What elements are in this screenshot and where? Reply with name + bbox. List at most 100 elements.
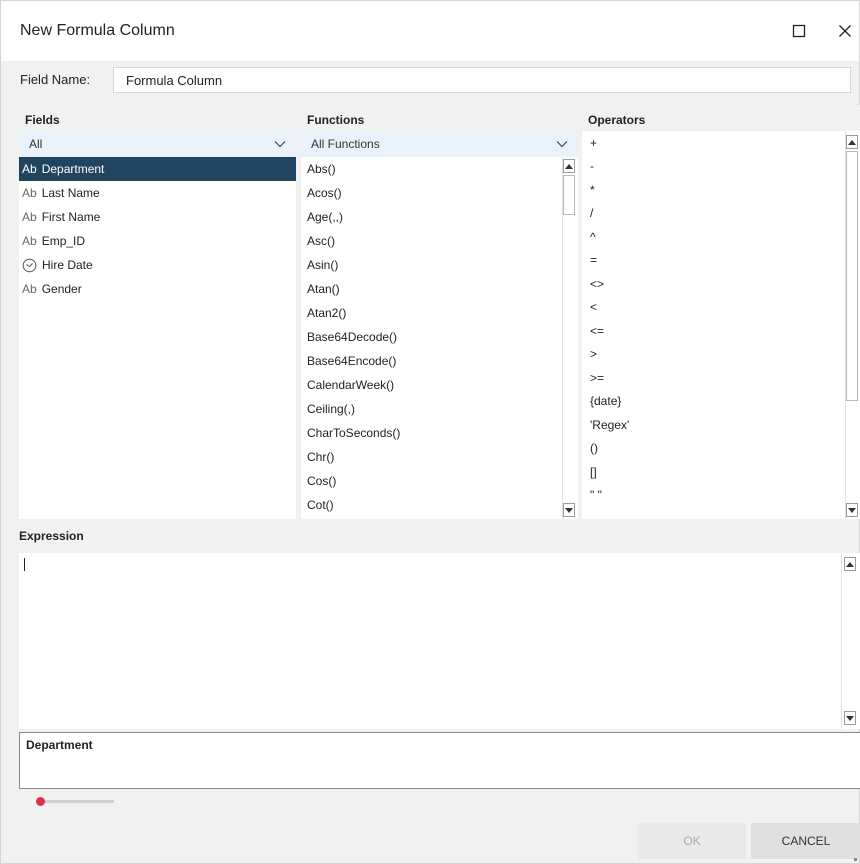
field-item-label: Hire Date bbox=[42, 258, 93, 272]
fields-panel-body: All Ab Department Ab Last Name Ab First … bbox=[19, 131, 296, 519]
functions-filter-dropdown[interactable]: All Functions bbox=[301, 131, 578, 157]
operator-item[interactable]: - bbox=[582, 155, 845, 179]
slider-thumb[interactable] bbox=[36, 797, 45, 806]
field-item-emp-id[interactable]: Ab Emp_ID bbox=[19, 229, 296, 253]
text-type-icon: Ab bbox=[22, 210, 37, 224]
text-type-icon: Ab bbox=[22, 282, 37, 296]
fields-panel: Fields All Ab Department Ab Last Name Ab… bbox=[19, 105, 296, 519]
operator-item[interactable]: () bbox=[582, 437, 845, 461]
text-type-icon: Ab bbox=[22, 162, 37, 176]
maximize-icon bbox=[792, 24, 806, 38]
operator-item[interactable]: <> bbox=[582, 272, 845, 296]
operator-item[interactable]: {date} bbox=[582, 390, 845, 414]
expression-editor bbox=[19, 553, 860, 729]
operators-scrollbar[interactable] bbox=[845, 131, 859, 519]
fields-list: Ab Department Ab Last Name Ab First Name… bbox=[19, 157, 296, 301]
arrow-down-icon bbox=[565, 507, 573, 513]
scroll-down-button[interactable] bbox=[844, 711, 856, 725]
scroll-up-button[interactable] bbox=[846, 135, 858, 149]
scrollbar-thumb[interactable] bbox=[846, 151, 858, 401]
function-item[interactable]: Base64Decode() bbox=[301, 325, 562, 349]
function-item[interactable]: Base64Encode() bbox=[301, 349, 562, 373]
function-item[interactable]: Ceiling(,) bbox=[301, 397, 562, 421]
function-item[interactable]: Abs() bbox=[301, 157, 562, 181]
maximize-button[interactable] bbox=[787, 19, 811, 43]
resize-grip[interactable] bbox=[854, 858, 857, 861]
function-item[interactable]: Asc() bbox=[301, 229, 562, 253]
field-item-first-name[interactable]: Ab First Name bbox=[19, 205, 296, 229]
scroll-up-button[interactable] bbox=[844, 557, 856, 571]
function-item[interactable]: CharToSeconds() bbox=[301, 421, 562, 445]
close-icon bbox=[839, 25, 851, 37]
functions-panel: Functions All Functions Abs() Acos() Age… bbox=[301, 105, 578, 519]
operators-panel: Operators + - * / ^ = <> < <= > >= {date… bbox=[582, 105, 860, 519]
operators-panel-body: + - * / ^ = <> < <= > >= {date} 'Regex' … bbox=[582, 131, 860, 519]
operator-item[interactable]: > bbox=[582, 343, 845, 367]
field-item-hire-date[interactable]: Hire Date bbox=[19, 253, 296, 277]
field-item-label: Last Name bbox=[41, 186, 100, 200]
function-item[interactable]: Atan2() bbox=[301, 301, 562, 325]
operator-item[interactable]: < bbox=[582, 296, 845, 320]
field-item-last-name[interactable]: Ab Last Name bbox=[19, 181, 296, 205]
function-item[interactable]: Chr() bbox=[301, 445, 562, 469]
operator-item[interactable]: " " bbox=[582, 484, 845, 508]
function-item[interactable]: Atan() bbox=[301, 277, 562, 301]
function-item[interactable]: Asin() bbox=[301, 253, 562, 277]
function-item[interactable]: Age(,,) bbox=[301, 205, 562, 229]
fields-header: Fields bbox=[25, 113, 60, 127]
arrow-down-icon bbox=[846, 715, 854, 721]
operator-item[interactable]: 'Regex' bbox=[582, 413, 845, 437]
expression-input[interactable] bbox=[19, 553, 841, 729]
operator-item[interactable]: <= bbox=[582, 319, 845, 343]
chevron-down-icon bbox=[556, 141, 568, 148]
operator-item[interactable]: >= bbox=[582, 366, 845, 390]
field-item-label: First Name bbox=[41, 210, 101, 224]
scroll-up-button[interactable] bbox=[563, 159, 575, 173]
title-bar: New Formula Column bbox=[1, 1, 859, 61]
arrow-up-icon bbox=[565, 163, 573, 169]
ok-button[interactable]: OK bbox=[638, 823, 746, 859]
operator-item[interactable]: + bbox=[582, 131, 845, 155]
arrow-up-icon bbox=[848, 139, 856, 145]
operator-item[interactable]: [] bbox=[582, 460, 845, 484]
scroll-down-button[interactable] bbox=[563, 503, 575, 517]
field-name-label: Field Name: bbox=[20, 72, 91, 87]
close-button[interactable] bbox=[833, 19, 857, 43]
scroll-down-button[interactable] bbox=[846, 503, 858, 517]
functions-scrollbar[interactable] bbox=[562, 157, 576, 519]
operators-list: + - * / ^ = <> < <= > >= {date} 'Regex' … bbox=[582, 131, 845, 507]
field-item-gender[interactable]: Ab Gender bbox=[19, 277, 296, 301]
operators-list-viewport: + - * / ^ = <> < <= > >= {date} 'Regex' … bbox=[582, 131, 845, 519]
arrow-down-icon bbox=[848, 507, 856, 513]
function-item[interactable]: Cot() bbox=[301, 493, 562, 517]
functions-filter-value: All Functions bbox=[311, 137, 380, 151]
fields-filter-dropdown[interactable]: All bbox=[19, 131, 296, 157]
expression-scrollbar[interactable] bbox=[841, 553, 859, 729]
function-item[interactable]: CalendarWeek() bbox=[301, 373, 562, 397]
functions-list: Abs() Acos() Age(,,) Asc() Asin() Atan()… bbox=[301, 157, 562, 517]
new-formula-column-dialog: New Formula Column Field Name: Fields Al… bbox=[0, 0, 860, 864]
scrollbar-thumb[interactable] bbox=[563, 175, 575, 215]
function-item[interactable]: Cos() bbox=[301, 469, 562, 493]
cancel-button[interactable]: CANCEL bbox=[751, 823, 860, 859]
field-item-label: Emp_ID bbox=[41, 234, 86, 248]
operator-item[interactable]: / bbox=[582, 202, 845, 226]
field-item-label: Gender bbox=[41, 282, 82, 296]
description-text: Department bbox=[26, 738, 93, 752]
scrollbar-track bbox=[841, 553, 859, 729]
zoom-slider[interactable] bbox=[36, 796, 114, 806]
functions-list-viewport: Abs() Acos() Age(,,) Asc() Asin() Atan()… bbox=[301, 157, 562, 519]
chevron-down-icon bbox=[274, 141, 286, 148]
text-type-icon: Ab bbox=[22, 186, 37, 200]
field-name-input[interactable] bbox=[113, 67, 851, 93]
arrow-up-icon bbox=[846, 561, 854, 567]
operator-item[interactable]: * bbox=[582, 178, 845, 202]
operators-header: Operators bbox=[588, 113, 646, 127]
clock-icon bbox=[22, 258, 37, 272]
function-item[interactable]: Acos() bbox=[301, 181, 562, 205]
functions-header: Functions bbox=[307, 113, 365, 127]
field-item-department[interactable]: Ab Department bbox=[19, 157, 296, 181]
text-caret bbox=[24, 558, 25, 571]
operator-item[interactable]: ^ bbox=[582, 225, 845, 249]
operator-item[interactable]: = bbox=[582, 249, 845, 273]
